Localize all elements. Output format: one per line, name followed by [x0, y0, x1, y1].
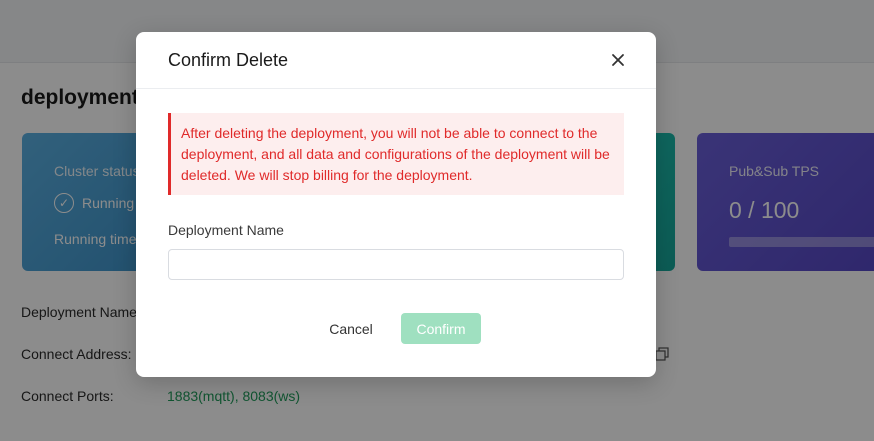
deployment-name-field-label: Deployment Name [168, 222, 284, 238]
confirm-button[interactable]: Confirm [401, 313, 481, 344]
dialog-header: Confirm Delete [136, 32, 656, 89]
close-icon[interactable] [608, 50, 628, 70]
warning-text: After deleting the deployment, you will … [181, 125, 610, 183]
delete-warning-alert: After deleting the deployment, you will … [168, 113, 624, 195]
dialog-title: Confirm Delete [168, 50, 289, 70]
deployment-name-input[interactable] [168, 249, 624, 280]
cancel-button[interactable]: Cancel [318, 313, 384, 344]
confirm-delete-dialog: Confirm Delete After deleting the deploy… [136, 32, 656, 377]
